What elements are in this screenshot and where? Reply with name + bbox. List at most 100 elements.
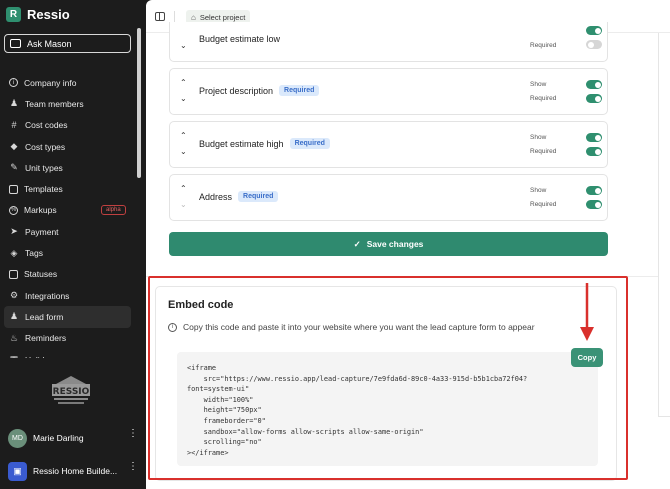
status-icon <box>9 269 18 279</box>
ask-mason-button[interactable]: Ask Mason <box>4 34 131 53</box>
sidebar-item-label: Templates <box>24 184 63 195</box>
bell-icon: ♨ <box>9 332 19 343</box>
brand-name: Ressio <box>27 7 70 22</box>
sidebar-item-label: Lead form <box>25 311 64 322</box>
right-panel-border <box>658 33 659 416</box>
sidebar-fade <box>0 358 146 366</box>
highlight-box <box>148 276 628 480</box>
sidebar-nav: i Company info ♟ Team members # Cost cod… <box>4 72 131 370</box>
main-content: ⌂ Select project ⌄ Budget estimate low R… <box>146 0 670 489</box>
payment-icon: ➤ <box>10 226 18 237</box>
required-toggle[interactable] <box>586 147 602 156</box>
sidebar-item-cost-types[interactable]: ◆ Cost types <box>4 136 131 157</box>
sidebar-item-label: Cost types <box>25 141 66 152</box>
field-title-text: Project description <box>199 85 274 96</box>
more-vertical-icon[interactable]: ⋮ <box>128 429 138 439</box>
required-label: Required <box>530 42 557 49</box>
sidebar-item-integrations[interactable]: ⚙ Integrations <box>4 285 131 306</box>
alpha-badge: alpha <box>101 204 126 215</box>
sidebar-item-lead-form[interactable]: ♟ Lead form <box>4 306 131 328</box>
more-vertical-icon[interactable]: ⋮ <box>128 462 138 472</box>
field-card-address: ⌃ ⌄ Address Required Show Required <box>169 174 608 221</box>
chevron-up-icon[interactable]: ⌃ <box>180 132 187 140</box>
home-icon: ⌂ <box>191 12 196 22</box>
avatar: MD <box>8 428 27 448</box>
info-circle-icon: i <box>9 78 18 88</box>
chevron-down-icon[interactable]: ⌄ <box>180 95 187 103</box>
save-changes-button[interactable]: ✓ Save changes <box>169 232 608 256</box>
field-title: Address Required <box>199 191 279 202</box>
chevron-up-icon[interactable]: ⌃ <box>180 79 187 87</box>
chevron-down-icon[interactable]: ⌄ <box>180 148 187 156</box>
sidebar-item-company-info[interactable]: i Company info <box>4 72 131 93</box>
right-panel-border <box>658 416 670 417</box>
brand[interactable]: R Ressio <box>6 7 70 22</box>
show-toggle[interactable] <box>586 186 602 195</box>
field-title: Budget estimate low <box>199 34 280 44</box>
arrow-down-icon <box>580 283 594 341</box>
sidebar-item-label: Team members <box>25 98 84 109</box>
check-icon: ✓ <box>353 238 361 249</box>
sidebar-scrollbar[interactable] <box>137 28 141 178</box>
sidebar-item-reminders[interactable]: ♨ Reminders <box>4 328 131 349</box>
show-toggle[interactable] <box>586 26 602 35</box>
required-label: Required <box>530 148 557 155</box>
sidebar-item-label: Company info <box>24 77 77 88</box>
show-toggle[interactable] <box>586 133 602 142</box>
field-title: Project description Required <box>199 85 320 96</box>
plug-icon: ⚙ <box>9 290 19 301</box>
sidebar-item-team-members[interactable]: ♟ Team members <box>4 93 131 114</box>
field-title: Budget estimate high Required <box>199 138 330 149</box>
save-changes-label: Save changes <box>366 239 424 249</box>
chevron-up-icon[interactable]: ⌃ <box>180 185 187 193</box>
field-title-text: Budget estimate low <box>199 34 281 44</box>
required-badge: Required <box>279 85 320 96</box>
sidebar-toggle-icon[interactable] <box>155 12 165 21</box>
workspace-icon: ▣ <box>8 461 27 481</box>
sidebar-item-label: Tags <box>25 248 43 259</box>
required-toggle[interactable] <box>586 200 602 209</box>
field-card-budget-estimate-low: ⌄ Budget estimate low Required <box>169 22 608 62</box>
field-title-text: Budget estimate high <box>199 138 284 149</box>
sidebar-item-markups[interactable]: % Markups alpha <box>4 200 131 221</box>
sidebar-item-tags[interactable]: ◈ Tags <box>4 242 131 263</box>
ruler-icon: ✎ <box>10 162 18 173</box>
chevron-down-icon[interactable]: ⌄ <box>180 42 187 50</box>
show-toggle[interactable] <box>586 80 602 89</box>
required-badge: Required <box>238 191 279 202</box>
show-label: Show <box>530 81 547 88</box>
users-icon: ♟ <box>9 98 19 109</box>
sidebar-item-payment[interactable]: ➤ Payment <box>4 221 131 242</box>
workspace-name: Ressio Home Builde... <box>33 466 118 476</box>
breadcrumb-label: Select project <box>199 12 246 22</box>
template-icon <box>9 184 18 194</box>
sidebar-item-label: Markups <box>24 205 57 216</box>
chat-icon <box>10 39 21 48</box>
sidebar-item-label: Integrations <box>25 290 70 301</box>
workspace-menu[interactable]: ▣ Ressio Home Builde... ⋮ <box>8 461 138 481</box>
tags-icon: ◈ <box>10 247 18 258</box>
sidebar-item-label: Cost codes <box>25 120 68 131</box>
sidebar-item-label: Unit types <box>25 162 63 173</box>
required-toggle[interactable] <box>586 94 602 103</box>
required-badge: Required <box>289 138 330 149</box>
hash-icon: # <box>11 120 17 131</box>
ressio-logo-icon: R <box>6 7 21 22</box>
sidebar-item-statuses[interactable]: Statuses <box>4 264 131 285</box>
sidebar-item-label: Statuses <box>24 269 58 280</box>
percent-icon: % <box>9 205 18 215</box>
company-logo: RESSIO <box>52 376 90 404</box>
field-card-project-description: ⌃ ⌄ Project description Required Show Re… <box>169 68 608 115</box>
sidebar-item-label: Reminders <box>25 333 67 344</box>
sidebar-item-templates[interactable]: Templates <box>4 178 131 199</box>
sidebar-item-unit-types[interactable]: ✎ Unit types <box>4 157 131 178</box>
sidebar-item-cost-codes[interactable]: # Cost codes <box>4 115 131 136</box>
user-menu[interactable]: MD Marie Darling ⋮ <box>8 428 138 448</box>
ask-mason-label: Ask Mason <box>27 38 72 49</box>
sidebar-item-label: Payment <box>25 226 59 237</box>
required-label: Required <box>530 201 557 208</box>
company-logo-text: RESSIO <box>53 387 90 397</box>
required-toggle[interactable] <box>586 40 602 49</box>
chevron-down-icon: ⌄ <box>180 200 187 209</box>
show-label: Show <box>530 187 547 194</box>
